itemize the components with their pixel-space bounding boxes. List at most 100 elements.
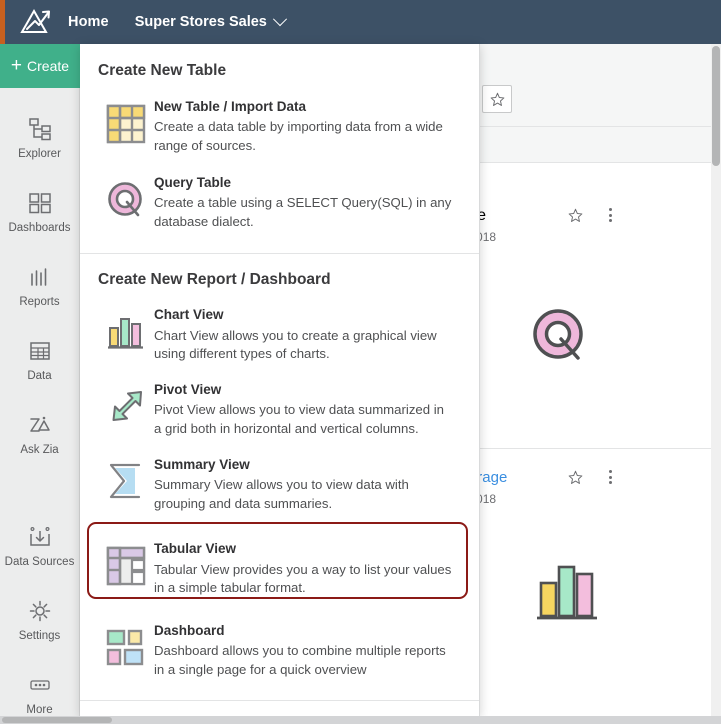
sidebar-item-settings[interactable]: Settings [0, 586, 79, 654]
create-menu-panel: Create New Table New Table / Import Data [80, 44, 480, 716]
gear-icon [29, 600, 50, 621]
menu-item-description: Tabular View provides you a way to list … [154, 561, 452, 596]
sidebar-item-data-sources[interactable]: Data Sources [0, 512, 79, 580]
plus-icon: + [10, 54, 23, 76]
menu-item-text: Dashboard Dashboard allows you to combin… [154, 622, 454, 680]
menu-item-query-table[interactable]: Query Table Create a table using a SELEC… [80, 174, 479, 232]
nav-home-link[interactable]: Home [68, 14, 109, 30]
create-button-label: Create [27, 58, 70, 74]
menu-item-pivot-view[interactable]: Pivot View Pivot View allows you to view… [80, 381, 479, 439]
sidebar-item-label: Explorer [18, 147, 61, 160]
menu-item-text: Summary View Summary View allows you to … [154, 456, 454, 514]
menu-item-description: Pivot View allows you to view data summa… [154, 402, 445, 437]
tabular-grid-icon [106, 547, 146, 586]
sidebar-item-data[interactable]: Data [0, 326, 79, 394]
left-sidebar: + Create Explorer Dashboards Reports Dat… [0, 44, 80, 716]
kebab-menu-icon [609, 470, 612, 473]
star-outline-icon [568, 470, 583, 484]
favorite-toggle-button[interactable] [482, 85, 512, 113]
menu-item-description: Summary View allows you to view data wit… [154, 476, 409, 511]
dashboards-grid-icon [28, 192, 51, 213]
pivot-arrow-icon [112, 391, 142, 422]
sidebar-item-more[interactable]: More [0, 660, 79, 724]
zoho-analytics-logo-icon [20, 8, 50, 33]
sidebar-item-label: Reports [19, 295, 60, 308]
sidebar-item-label: Dashboards [8, 221, 71, 234]
sidebar-item-dashboards[interactable]: Dashboards [0, 178, 79, 246]
create-menu-content: Create New Table New Table / Import Data [80, 44, 479, 716]
star-outline-icon [568, 208, 583, 222]
app-logo[interactable] [0, 0, 72, 44]
bar-chart-icon [108, 318, 143, 349]
card-menu-button[interactable] [609, 208, 612, 222]
menu-item-text: Chart View Chart View allows you to crea… [154, 306, 454, 364]
menu-item-title: Query Table [154, 174, 232, 190]
section-heading: Create New Table [98, 62, 227, 79]
sigma-icon [109, 463, 141, 498]
menu-item-title: Chart View [154, 307, 224, 323]
card-favorite-button[interactable] [567, 207, 584, 229]
explorer-tree-icon [28, 117, 51, 140]
menu-item-description: Dashboard allows you to combine multiple… [154, 643, 446, 678]
section-heading: Create New Report / Dashboard [98, 271, 331, 289]
reports-bars-icon [30, 267, 46, 286]
menu-item-new-table[interactable]: New Table / Import Data Create a data ta… [80, 98, 479, 156]
data-sources-icon [29, 526, 50, 546]
card-favorite-button[interactable] [567, 469, 584, 491]
dashboard-squares-icon [106, 629, 144, 666]
menu-item-title: Dashboard [154, 623, 225, 639]
menu-item-icon [98, 306, 154, 352]
sidebar-item-label: Settings [18, 629, 61, 642]
star-outline-icon [490, 92, 504, 106]
menu-item-title: Pivot View [154, 382, 222, 398]
menu-item-icon [98, 540, 154, 586]
card-menu-button[interactable] [609, 470, 612, 484]
menu-item-title: Summary View [154, 456, 250, 472]
sidebar-item-explorer[interactable]: Explorer [0, 104, 79, 172]
accent-stripe [0, 0, 5, 44]
more-dots-icon [29, 680, 50, 690]
menu-item-summary-view[interactable]: Summary View Summary View allows you to … [80, 456, 479, 514]
menu-item-icon [98, 174, 154, 222]
sidebar-item-reports[interactable]: Reports [0, 252, 79, 320]
menu-item-icon [98, 456, 154, 500]
menu-item-description: Create a table using a SELECT Query(SQL)… [154, 194, 452, 229]
menu-item-text: New Table / Import Data Create a data ta… [154, 98, 454, 156]
query-q-icon [108, 181, 142, 216]
workspace-name: Super Stores Sales [134, 14, 267, 30]
vertical-scrollbar[interactable] [711, 44, 721, 716]
menu-item-text: Pivot View Pivot View allows you to view… [154, 381, 454, 439]
kebab-menu-icon [609, 208, 612, 211]
data-table-icon [29, 341, 50, 360]
menu-item-tabular-view[interactable]: Tabular View Tabular View provides you a… [80, 540, 479, 598]
app-window: Home Super Stores Sales Query Table Quer… [0, 0, 721, 724]
chevron-down-icon [272, 12, 287, 27]
sidebar-item-label: More [26, 703, 53, 716]
menu-item-icon [98, 622, 154, 668]
sidebar-item-label: Data Sources [4, 555, 75, 568]
menu-item-icon [98, 381, 154, 429]
ask-zia-icon [29, 416, 50, 432]
sidebar-item-label: Data [27, 369, 52, 382]
horizontal-scroll-thumb[interactable] [2, 717, 112, 723]
menu-item-description: Create a data table by importing data fr… [154, 119, 443, 153]
menu-item-icon [98, 98, 154, 144]
horizontal-scrollbar[interactable] [0, 716, 721, 724]
top-navigation-bar: Home Super Stores Sales [0, 0, 721, 44]
vertical-scroll-thumb[interactable] [712, 46, 720, 166]
sidebar-item-label: Ask Zia [20, 443, 59, 456]
menu-item-text: Query Table Create a table using a SELEC… [154, 174, 454, 232]
menu-item-dashboard[interactable]: Dashboard Dashboard allows you to combin… [80, 622, 479, 680]
section-heading: Auto Generate Reports [80, 701, 479, 716]
menu-item-title: Tabular View [154, 541, 237, 557]
sidebar-item-ask-zia[interactable]: Ask Zia [0, 400, 79, 468]
menu-item-text: Tabular View Tabular View provides you a… [154, 540, 454, 598]
create-button[interactable]: + Create [0, 44, 80, 88]
menu-item-chart-view[interactable]: Chart View Chart View allows you to crea… [80, 306, 479, 364]
grid-table-icon [106, 104, 146, 144]
menu-item-description: Chart View allows you to create a graphi… [154, 327, 437, 362]
workspace-selector[interactable]: Super Stores Sales [134, 12, 287, 30]
bar-chart-icon [537, 565, 597, 620]
query-q-icon [533, 309, 583, 360]
menu-item-title: New Table / Import Data [154, 99, 307, 114]
